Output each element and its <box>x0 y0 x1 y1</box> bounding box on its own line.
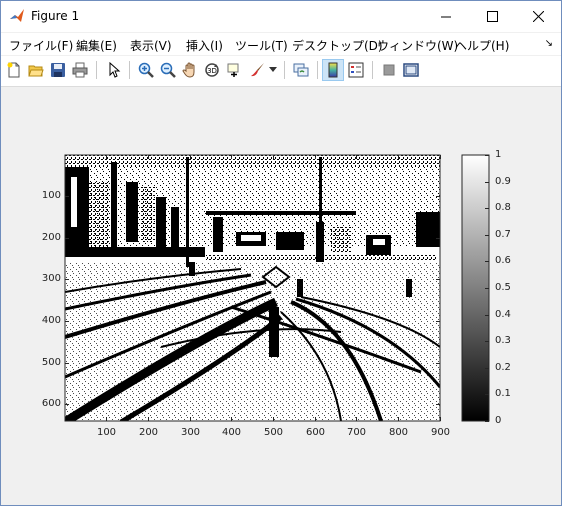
colorbar[interactable] <box>461 154 490 422</box>
menu-desktop[interactable]: デスクトップ(D) <box>292 37 383 54</box>
menu-help[interactable]: ヘルプ(H) <box>455 37 509 54</box>
edit-plot-button[interactable] <box>103 59 125 81</box>
show-plot-tools-icon <box>403 63 419 77</box>
y-tick-label: 300 <box>41 272 61 284</box>
x-tick-label: 100 <box>96 427 117 438</box>
hide-plot-tools-button[interactable] <box>378 59 400 81</box>
pan-button[interactable] <box>179 59 201 81</box>
menu-view[interactable]: 表示(V) <box>130 37 172 54</box>
minimize-icon <box>440 16 451 18</box>
close-icon <box>532 11 544 22</box>
zoom-in-icon <box>138 62 154 78</box>
binary-image <box>65 155 440 421</box>
menu-bar: ファイル(F) 編集(E) 表示(V) 挿入(I) ツール(T) デスクトップ(… <box>1 33 561 55</box>
toolbar-separator <box>284 61 285 79</box>
y-tick-label: 100 <box>41 189 61 201</box>
legend-icon <box>348 62 364 78</box>
image-axes[interactable] <box>64 154 441 422</box>
rotate-3d-icon: 3D <box>205 63 219 77</box>
svg-text:3D: 3D <box>207 67 217 75</box>
figure-toolbar: 3D <box>1 56 561 87</box>
y-tick-label: 200 <box>41 231 61 243</box>
menu-window[interactable]: ウィンドウ(W) <box>377 37 458 54</box>
maximize-icon <box>486 11 498 22</box>
colorbar-gradient <box>462 155 489 421</box>
menu-edit[interactable]: 編集(E) <box>76 37 117 54</box>
x-tick-label: 800 <box>388 427 409 438</box>
figure-window: Figure 1 ファイル(F) 編集(E) 表示(V) 挿入(I) ツール(T… <box>0 0 562 506</box>
y-tick-label: 500 <box>41 356 61 368</box>
print-button[interactable] <box>69 59 91 81</box>
zoom-out-button[interactable] <box>157 59 179 81</box>
rotate-3d-button[interactable]: 3D <box>201 59 223 81</box>
legend-button[interactable] <box>345 59 367 81</box>
title-bar[interactable]: Figure 1 <box>1 1 561 32</box>
open-file-button[interactable] <box>25 59 47 81</box>
x-tick-label: 600 <box>305 427 326 438</box>
y-tick-label: 600 <box>41 397 61 409</box>
toolbar-separator <box>372 61 373 79</box>
dock-arrow-icon[interactable]: ↘ <box>545 38 553 49</box>
figure-canvas[interactable]: 100 200 300 400 500 600 700 800 900 100 200 300 400 5… <box>1 87 561 505</box>
link-plot-button[interactable] <box>290 59 312 81</box>
colorbar-tick-label: 0.9 <box>495 175 511 187</box>
window-title: Figure 1 <box>31 9 80 23</box>
colorbar-tick-label: 0.7 <box>495 228 511 240</box>
plot-canvas[interactable] <box>1 87 561 505</box>
zoom-in-button[interactable] <box>135 59 157 81</box>
x-tick-label: 500 <box>263 427 284 438</box>
link-plot-icon <box>293 63 309 77</box>
y-tick-label: 400 <box>41 314 61 326</box>
x-tick-label: 200 <box>138 427 159 438</box>
data-cursor-icon <box>227 63 239 77</box>
minimize-button[interactable] <box>423 1 469 32</box>
colorbar-tick-label: 0.5 <box>495 281 511 293</box>
toolbar-separator <box>317 61 318 79</box>
menu-file[interactable]: ファイル(F) <box>9 37 73 54</box>
open-file-icon <box>28 65 44 77</box>
menu-insert[interactable]: 挿入(I) <box>186 37 223 54</box>
colorbar-tick-label: 0.1 <box>495 387 511 399</box>
brush-dropdown-button[interactable] <box>267 59 279 81</box>
brush-dropdown-icon <box>269 67 277 72</box>
new-figure-icon <box>7 62 20 78</box>
colorbar-button[interactable] <box>322 59 344 81</box>
show-plot-tools-button[interactable] <box>400 59 422 81</box>
colorbar-tick-label: 0.6 <box>495 254 511 266</box>
toolbar-separator <box>96 61 97 79</box>
new-figure-button[interactable] <box>3 59 25 81</box>
pan-icon <box>182 62 195 78</box>
hide-plot-tools-icon <box>383 64 395 76</box>
menu-tools[interactable]: ツール(T) <box>235 37 288 54</box>
matlab-icon <box>10 9 24 22</box>
colorbar-tick-label: 0 <box>495 414 502 426</box>
x-tick-label: 400 <box>221 427 242 438</box>
brush-icon <box>251 63 264 77</box>
x-tick-label: 300 <box>180 427 201 438</box>
colorbar-tick-label: 0.2 <box>495 361 511 373</box>
toolbar-separator <box>129 61 130 79</box>
pointer-icon <box>109 62 121 78</box>
zoom-out-icon <box>160 62 176 78</box>
colorbar-icon <box>328 62 338 78</box>
colorbar-tick-label: 0.8 <box>495 201 511 213</box>
print-icon <box>72 62 88 78</box>
save-icon <box>51 63 65 77</box>
brush-button[interactable] <box>247 59 269 81</box>
data-cursor-button[interactable] <box>223 59 245 81</box>
maximize-button[interactable] <box>469 1 515 32</box>
colorbar-tick-label: 1 <box>495 148 502 160</box>
save-button[interactable] <box>47 59 69 81</box>
x-tick-label: 900 <box>430 427 451 438</box>
colorbar-tick-label: 0.3 <box>495 334 511 346</box>
close-button[interactable] <box>515 1 561 32</box>
x-tick-label: 700 <box>346 427 367 438</box>
colorbar-tick-label: 0.4 <box>495 308 511 320</box>
